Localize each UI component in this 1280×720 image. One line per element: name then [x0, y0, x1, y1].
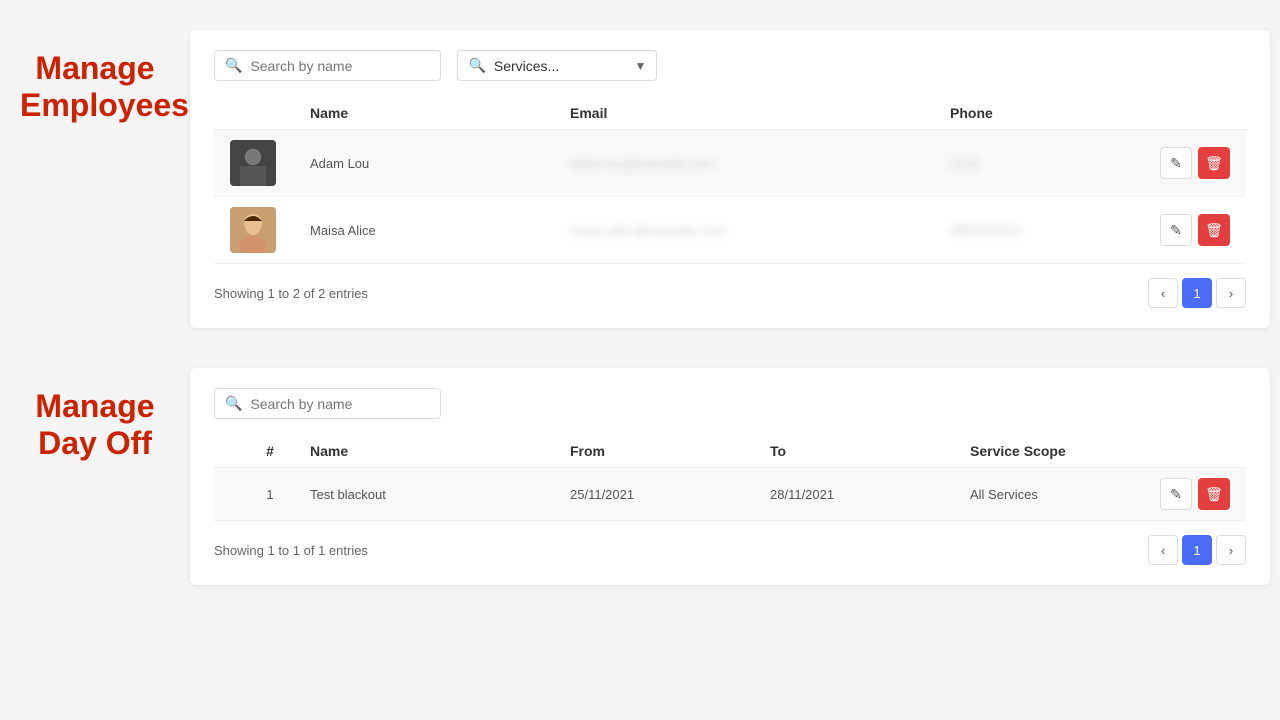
col-actions-header	[1150, 443, 1230, 459]
col-phone-header: Phone	[950, 105, 1150, 121]
employee-phone: 0987654321	[950, 223, 1150, 238]
employees-pagination-row: Showing 1 to 2 of 2 entries ‹ 1 ›	[214, 278, 1246, 308]
dayoff-pagination-row: Showing 1 to 1 of 1 entries ‹ 1 ›	[214, 535, 1246, 565]
search-icon: 🔍	[225, 395, 242, 412]
services-dropdown[interactable]: 🔍 Services... ▼	[457, 50, 657, 81]
current-page-button[interactable]: 1	[1182, 535, 1212, 565]
next-page-button[interactable]: ›	[1216, 278, 1246, 308]
employee-name: Adam Lou	[310, 156, 570, 171]
manage-dayoff-label: Manage Day Off	[0, 368, 190, 462]
col-num-header: #	[230, 443, 310, 459]
dayoff-to: 28/11/2021	[770, 487, 970, 502]
delete-button[interactable]: 🗑	[1198, 478, 1230, 510]
chevron-down-icon: ▼	[635, 59, 647, 73]
col-avatar-header	[230, 105, 310, 121]
table-row: Adam Lou adam.lou@example.com 1234 ✎ 🗑	[214, 130, 1246, 197]
dayoff-search-input[interactable]	[250, 396, 430, 412]
col-from-header: From	[570, 443, 770, 459]
employees-panel: 🔍 🔍 Services... ▼ Name Email Phone	[190, 30, 1270, 328]
col-scope-header: Service Scope	[970, 443, 1150, 459]
employee-email: adam.lou@example.com	[570, 156, 950, 171]
dayoff-panel: 🔍 # Name From To Service Scope 1 Test bl…	[190, 368, 1270, 585]
dayoff-scope: All Services	[970, 487, 1150, 502]
delete-button[interactable]: 🗑	[1198, 214, 1230, 246]
employees-pagination-controls: ‹ 1 ›	[1148, 278, 1246, 308]
prev-page-button[interactable]: ‹	[1148, 535, 1178, 565]
employees-toolbar: 🔍 🔍 Services... ▼	[214, 50, 1246, 81]
employees-showing-text: Showing 1 to 2 of 2 entries	[214, 286, 368, 301]
delete-button[interactable]: 🗑	[1198, 147, 1230, 179]
edit-button[interactable]: ✎	[1160, 147, 1192, 179]
employees-search-input[interactable]	[250, 58, 430, 74]
employees-table-header: Name Email Phone	[214, 97, 1246, 130]
manage-employees-section: Manage Employees 🔍 🔍 Services... ▼	[0, 30, 1280, 328]
col-email-header: Email	[570, 105, 950, 121]
edit-button[interactable]: ✎	[1160, 478, 1192, 510]
prev-page-button[interactable]: ‹	[1148, 278, 1178, 308]
row-actions: ✎ 🗑	[1150, 214, 1230, 246]
dayoff-showing-text: Showing 1 to 1 of 1 entries	[214, 543, 368, 558]
col-actions-header	[1150, 105, 1230, 121]
current-page-button[interactable]: 1	[1182, 278, 1212, 308]
row-actions: ✎ 🗑	[1150, 478, 1230, 510]
avatar	[230, 140, 276, 186]
services-search-icon: 🔍	[468, 57, 485, 74]
employees-search-box[interactable]: 🔍	[214, 50, 441, 81]
dayoff-search-box[interactable]: 🔍	[214, 388, 441, 419]
dayoff-from: 25/11/2021	[570, 487, 770, 502]
services-placeholder-text: Services...	[494, 58, 559, 74]
next-page-button[interactable]: ›	[1216, 535, 1246, 565]
employee-name: Maisa Alice	[310, 223, 570, 238]
col-name-header: Name	[310, 443, 570, 459]
dayoff-toolbar: 🔍	[214, 388, 1246, 419]
col-to-header: To	[770, 443, 970, 459]
search-icon: 🔍	[225, 57, 242, 74]
table-row: 1 Test blackout 25/11/2021 28/11/2021 Al…	[214, 468, 1246, 521]
employee-email: maisa.alice@example.com	[570, 223, 950, 238]
col-name-header: Name	[310, 105, 570, 121]
employee-phone: 1234	[950, 156, 1150, 171]
manage-employees-label: Manage Employees	[0, 30, 190, 124]
dayoff-name: Test blackout	[310, 487, 570, 502]
dayoff-table-header: # Name From To Service Scope	[214, 435, 1246, 468]
dayoff-num: 1	[230, 487, 310, 502]
row-actions: ✎ 🗑	[1150, 147, 1230, 179]
edit-button[interactable]: ✎	[1160, 214, 1192, 246]
avatar	[230, 207, 276, 253]
table-row: Maisa Alice maisa.alice@example.com 0987…	[214, 197, 1246, 264]
dayoff-pagination-controls: ‹ 1 ›	[1148, 535, 1246, 565]
manage-dayoff-section: Manage Day Off 🔍 # Name From To Service …	[0, 368, 1280, 585]
